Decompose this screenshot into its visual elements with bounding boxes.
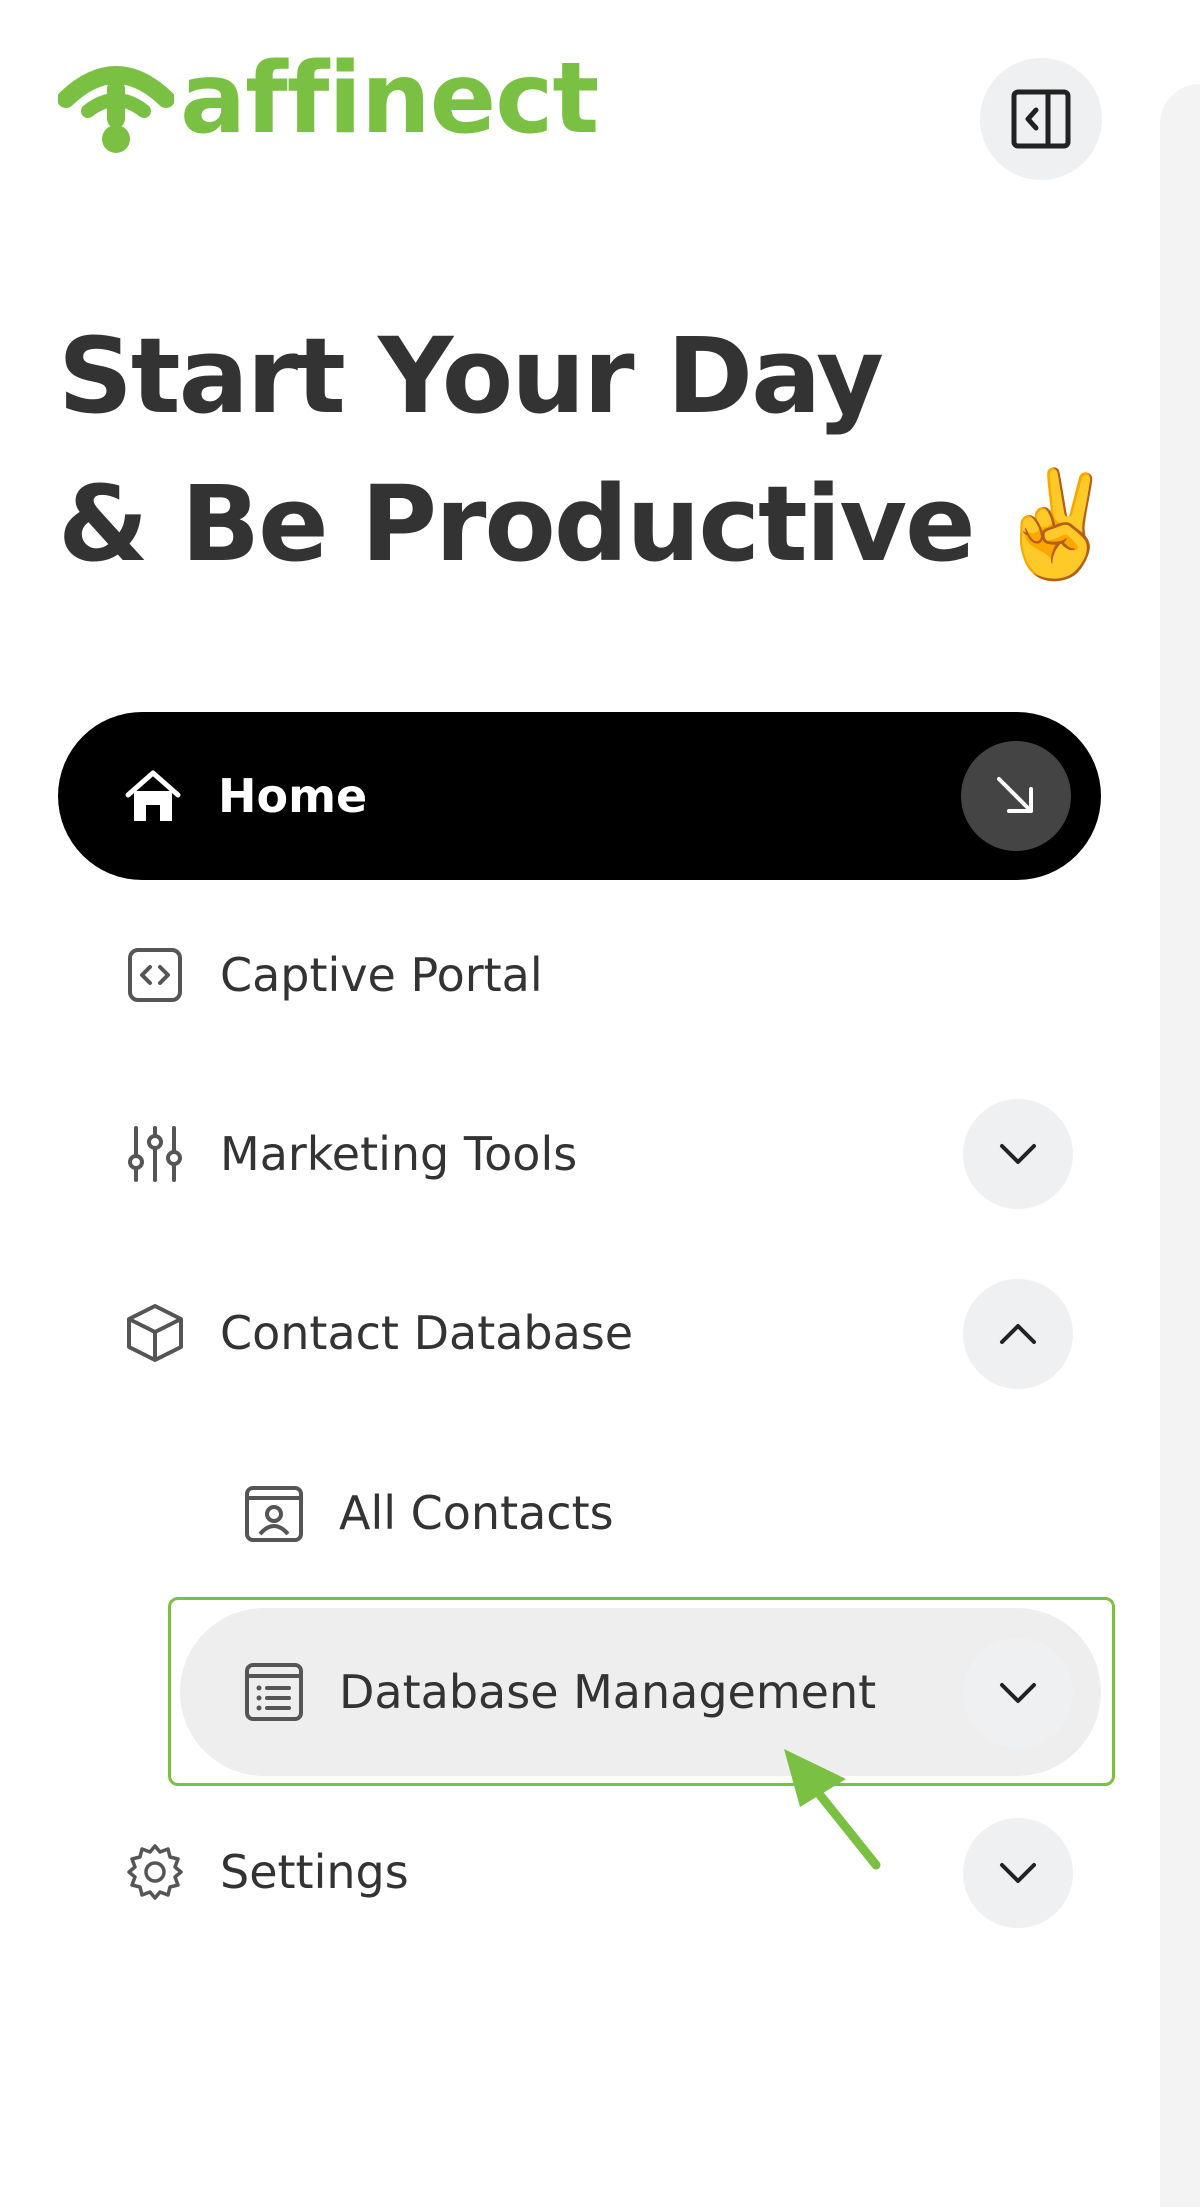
chevron-down-icon: [1000, 1144, 1036, 1164]
brand-logo[interactable]: affinect: [58, 50, 599, 156]
chevron-down-icon: [1000, 1683, 1036, 1703]
sidebar-item-contact-database[interactable]: Contact Database: [124, 1302, 633, 1364]
pointer-arrow-icon: [784, 1749, 881, 1870]
list-icon: [243, 1661, 305, 1723]
sidebar-item-captive-portal[interactable]: Captive Portal: [124, 944, 543, 1006]
sidebar-item-all-contacts[interactable]: All Contacts: [243, 1482, 614, 1544]
sidebar-collapse-icon: [1011, 89, 1071, 149]
settings-expand-button[interactable]: [963, 1818, 1073, 1928]
victory-hand-icon: ✌️: [991, 463, 1121, 585]
sidebar-item-home[interactable]: Home: [58, 712, 1101, 880]
sidebar-item-label: Home: [218, 769, 368, 823]
headline-line-2-text: & Be Productive: [58, 463, 976, 585]
database-management-expand-button[interactable]: [963, 1638, 1073, 1748]
collapse-sidebar-button[interactable]: [980, 58, 1102, 180]
sidebar-item-label: Contact Database: [220, 1306, 634, 1360]
sliders-icon: [124, 1123, 186, 1185]
chevron-up-icon: [1000, 1324, 1036, 1344]
headline-line-1: Start Your Day: [58, 315, 884, 437]
main-content-edge: [1160, 84, 1200, 2207]
sidebar-item-label: Captive Portal: [220, 948, 543, 1002]
contact-database-collapse-button[interactable]: [963, 1279, 1073, 1389]
contact-card-icon: [243, 1482, 305, 1544]
headline-line-2: & Be Productive ✌️: [58, 450, 1121, 598]
wifi-logo-icon: [58, 66, 174, 153]
chevron-down-icon: [1000, 1863, 1036, 1883]
gear-icon: [124, 1841, 186, 1903]
page-headline: Start Your Day & Be Productive ✌️: [58, 302, 1121, 598]
sidebar-item-label: Settings: [220, 1845, 409, 1899]
sidebar-item-label: Database Management: [339, 1665, 877, 1719]
home-icon: [122, 765, 184, 827]
sidebar-page: affinect Start Your Day & Be Productive ✌…: [0, 0, 1200, 2207]
cube-icon: [124, 1302, 186, 1364]
sidebar-item-label: All Contacts: [339, 1486, 614, 1540]
sidebar-item-marketing-tools[interactable]: Marketing Tools: [124, 1123, 577, 1185]
code-icon: [124, 944, 186, 1006]
sidebar-item-label: Marketing Tools: [220, 1127, 578, 1181]
sidebar-item-settings[interactable]: Settings: [124, 1841, 409, 1903]
arrow-down-right-icon[interactable]: [961, 741, 1071, 851]
marketing-tools-expand-button[interactable]: [963, 1099, 1073, 1209]
sidebar-item-database-management[interactable]: Database Management: [243, 1661, 876, 1723]
brand-name: affinect: [180, 42, 599, 156]
